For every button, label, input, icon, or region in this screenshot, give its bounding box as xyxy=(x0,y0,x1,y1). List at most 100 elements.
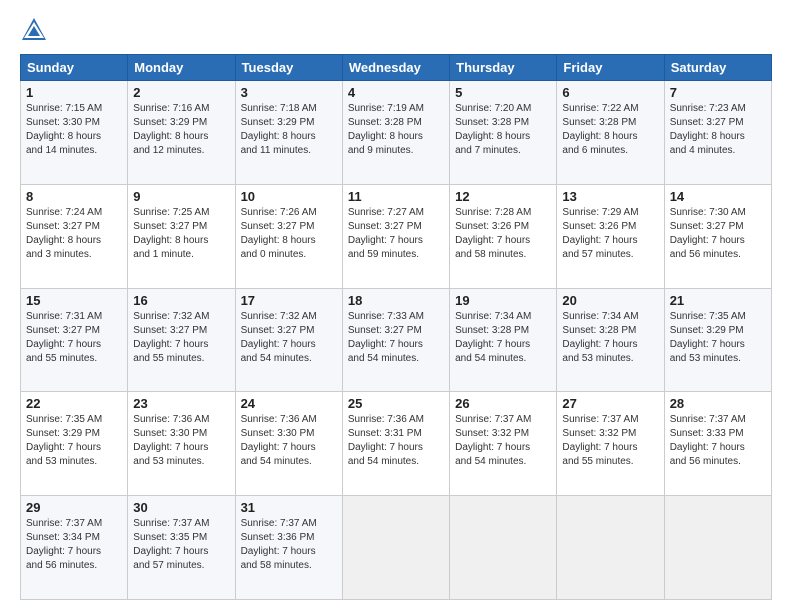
day-number: 8 xyxy=(26,189,122,204)
calendar-day: 10 Sunrise: 7:26 AMSunset: 3:27 PMDayligh… xyxy=(235,184,342,288)
day-number: 23 xyxy=(133,396,229,411)
day-number: 29 xyxy=(26,500,122,515)
calendar-day xyxy=(450,496,557,600)
calendar-week-row: 29 Sunrise: 7:37 AMSunset: 3:34 PMDayligh… xyxy=(21,496,772,600)
logo xyxy=(20,16,52,44)
day-number: 31 xyxy=(241,500,337,515)
day-info: Sunrise: 7:37 AMSunset: 3:32 PMDaylight:… xyxy=(455,413,551,469)
calendar-day: 3 Sunrise: 7:18 AMSunset: 3:29 PMDaylight… xyxy=(235,81,342,185)
calendar-day: 31 Sunrise: 7:37 AMSunset: 3:36 PMDayligh… xyxy=(235,496,342,600)
day-number: 10 xyxy=(241,189,337,204)
day-info: Sunrise: 7:20 AMSunset: 3:28 PMDaylight:… xyxy=(455,102,551,158)
calendar-day: 2Sunrise: 7:16 AMSunset: 3:29 PMDaylight… xyxy=(128,81,235,185)
day-info: Sunrise: 7:36 AMSunset: 3:30 PMDaylight:… xyxy=(241,413,337,469)
calendar-day: 23 Sunrise: 7:36 AMSunset: 3:30 PMDayligh… xyxy=(128,392,235,496)
calendar-day: 26 Sunrise: 7:37 AMSunset: 3:32 PMDayligh… xyxy=(450,392,557,496)
day-number: 1 xyxy=(26,85,122,100)
calendar-day: 8 Sunrise: 7:24 AMSunset: 3:27 PMDaylight… xyxy=(21,184,128,288)
calendar-day: 22Sunrise: 7:35 AMSunset: 3:29 PMDayligh… xyxy=(21,392,128,496)
day-number: 19 xyxy=(455,293,551,308)
calendar-day: 27 Sunrise: 7:37 AMSunset: 3:32 PMDayligh… xyxy=(557,392,664,496)
calendar-day: 11 Sunrise: 7:27 AMSunset: 3:27 PMDayligh… xyxy=(342,184,449,288)
day-number: 26 xyxy=(455,396,551,411)
day-number: 28 xyxy=(670,396,766,411)
day-info: Sunrise: 7:18 AMSunset: 3:29 PMDaylight:… xyxy=(241,102,337,158)
day-number: 9 xyxy=(133,189,229,204)
calendar-day xyxy=(342,496,449,600)
day-number: 11 xyxy=(348,189,444,204)
calendar-day: 14 Sunrise: 7:30 AMSunset: 3:27 PMDayligh… xyxy=(664,184,771,288)
day-info: Sunrise: 7:25 AMSunset: 3:27 PMDaylight:… xyxy=(133,206,229,262)
day-number: 15 xyxy=(26,293,122,308)
page: SundayMondayTuesdayWednesdayThursdayFrid… xyxy=(0,0,792,612)
day-number: 30 xyxy=(133,500,229,515)
weekday-header: Wednesday xyxy=(342,55,449,81)
day-number: 21 xyxy=(670,293,766,308)
day-info: Sunrise: 7:34 AMSunset: 3:28 PMDaylight:… xyxy=(562,310,658,366)
day-info: Sunrise: 7:19 AMSunset: 3:28 PMDaylight:… xyxy=(348,102,444,158)
day-info: Sunrise: 7:32 AMSunset: 3:27 PMDaylight:… xyxy=(241,310,337,366)
day-info: Sunrise: 7:37 AMSunset: 3:33 PMDaylight:… xyxy=(670,413,766,469)
day-number: 12 xyxy=(455,189,551,204)
day-number: 3 xyxy=(241,85,337,100)
day-number: 16 xyxy=(133,293,229,308)
logo-icon xyxy=(20,16,48,44)
day-info: Sunrise: 7:30 AMSunset: 3:27 PMDaylight:… xyxy=(670,206,766,262)
calendar-day: 24 Sunrise: 7:36 AMSunset: 3:30 PMDayligh… xyxy=(235,392,342,496)
calendar-day: 9 Sunrise: 7:25 AMSunset: 3:27 PMDaylight… xyxy=(128,184,235,288)
weekday-header: Friday xyxy=(557,55,664,81)
day-info: Sunrise: 7:35 AMSunset: 3:29 PMDaylight:… xyxy=(26,413,122,469)
day-info: Sunrise: 7:37 AMSunset: 3:34 PMDaylight:… xyxy=(26,517,122,573)
day-info: Sunrise: 7:15 AMSunset: 3:30 PMDaylight:… xyxy=(26,102,122,158)
day-info: Sunrise: 7:35 AMSunset: 3:29 PMDaylight:… xyxy=(670,310,766,366)
day-info: Sunrise: 7:26 AMSunset: 3:27 PMDaylight:… xyxy=(241,206,337,262)
calendar-day xyxy=(664,496,771,600)
day-info: Sunrise: 7:36 AMSunset: 3:31 PMDaylight:… xyxy=(348,413,444,469)
day-info: Sunrise: 7:32 AMSunset: 3:27 PMDaylight:… xyxy=(133,310,229,366)
calendar-day: 20 Sunrise: 7:34 AMSunset: 3:28 PMDayligh… xyxy=(557,288,664,392)
weekday-header: Monday xyxy=(128,55,235,81)
calendar-day: 21 Sunrise: 7:35 AMSunset: 3:29 PMDayligh… xyxy=(664,288,771,392)
calendar-day: 30Sunrise: 7:37 AMSunset: 3:35 PMDayligh… xyxy=(128,496,235,600)
weekday-header: Saturday xyxy=(664,55,771,81)
calendar-day: 17 Sunrise: 7:32 AMSunset: 3:27 PMDayligh… xyxy=(235,288,342,392)
day-info: Sunrise: 7:16 AMSunset: 3:29 PMDaylight:… xyxy=(133,102,229,158)
calendar-day: 15 Sunrise: 7:31 AMSunset: 3:27 PMDayligh… xyxy=(21,288,128,392)
calendar-day: 16 Sunrise: 7:32 AMSunset: 3:27 PMDayligh… xyxy=(128,288,235,392)
weekday-header-row: SundayMondayTuesdayWednesdayThursdayFrid… xyxy=(21,55,772,81)
day-info: Sunrise: 7:24 AMSunset: 3:27 PMDaylight:… xyxy=(26,206,122,262)
calendar-day: 29 Sunrise: 7:37 AMSunset: 3:34 PMDayligh… xyxy=(21,496,128,600)
day-number: 5 xyxy=(455,85,551,100)
calendar-day: 19Sunrise: 7:34 AMSunset: 3:28 PMDayligh… xyxy=(450,288,557,392)
day-info: Sunrise: 7:37 AMSunset: 3:36 PMDaylight:… xyxy=(241,517,337,573)
day-number: 13 xyxy=(562,189,658,204)
day-number: 24 xyxy=(241,396,337,411)
day-number: 17 xyxy=(241,293,337,308)
day-number: 7 xyxy=(670,85,766,100)
day-info: Sunrise: 7:37 AMSunset: 3:32 PMDaylight:… xyxy=(562,413,658,469)
calendar-day: 12 Sunrise: 7:28 AMSunset: 3:26 PMDayligh… xyxy=(450,184,557,288)
day-info: Sunrise: 7:36 AMSunset: 3:30 PMDaylight:… xyxy=(133,413,229,469)
weekday-header: Tuesday xyxy=(235,55,342,81)
day-number: 14 xyxy=(670,189,766,204)
calendar-day: 13Sunrise: 7:29 AMSunset: 3:26 PMDayligh… xyxy=(557,184,664,288)
weekday-header: Thursday xyxy=(450,55,557,81)
day-number: 25 xyxy=(348,396,444,411)
calendar-day: 25 Sunrise: 7:36 AMSunset: 3:31 PMDayligh… xyxy=(342,392,449,496)
calendar: SundayMondayTuesdayWednesdayThursdayFrid… xyxy=(20,54,772,600)
day-info: Sunrise: 7:31 AMSunset: 3:27 PMDaylight:… xyxy=(26,310,122,366)
day-number: 27 xyxy=(562,396,658,411)
day-info: Sunrise: 7:28 AMSunset: 3:26 PMDaylight:… xyxy=(455,206,551,262)
calendar-day: 4Sunrise: 7:19 AMSunset: 3:28 PMDaylight… xyxy=(342,81,449,185)
calendar-week-row: 22Sunrise: 7:35 AMSunset: 3:29 PMDayligh… xyxy=(21,392,772,496)
day-info: Sunrise: 7:27 AMSunset: 3:27 PMDaylight:… xyxy=(348,206,444,262)
calendar-day: 6Sunrise: 7:22 AMSunset: 3:28 PMDaylight… xyxy=(557,81,664,185)
day-info: Sunrise: 7:23 AMSunset: 3:27 PMDaylight:… xyxy=(670,102,766,158)
calendar-day: 7 Sunrise: 7:23 AMSunset: 3:27 PMDaylight… xyxy=(664,81,771,185)
day-number: 20 xyxy=(562,293,658,308)
calendar-day: 1 Sunrise: 7:15 AMSunset: 3:30 PMDaylight… xyxy=(21,81,128,185)
calendar-week-row: 1 Sunrise: 7:15 AMSunset: 3:30 PMDaylight… xyxy=(21,81,772,185)
day-number: 6 xyxy=(562,85,658,100)
weekday-header: Sunday xyxy=(21,55,128,81)
day-number: 18 xyxy=(348,293,444,308)
